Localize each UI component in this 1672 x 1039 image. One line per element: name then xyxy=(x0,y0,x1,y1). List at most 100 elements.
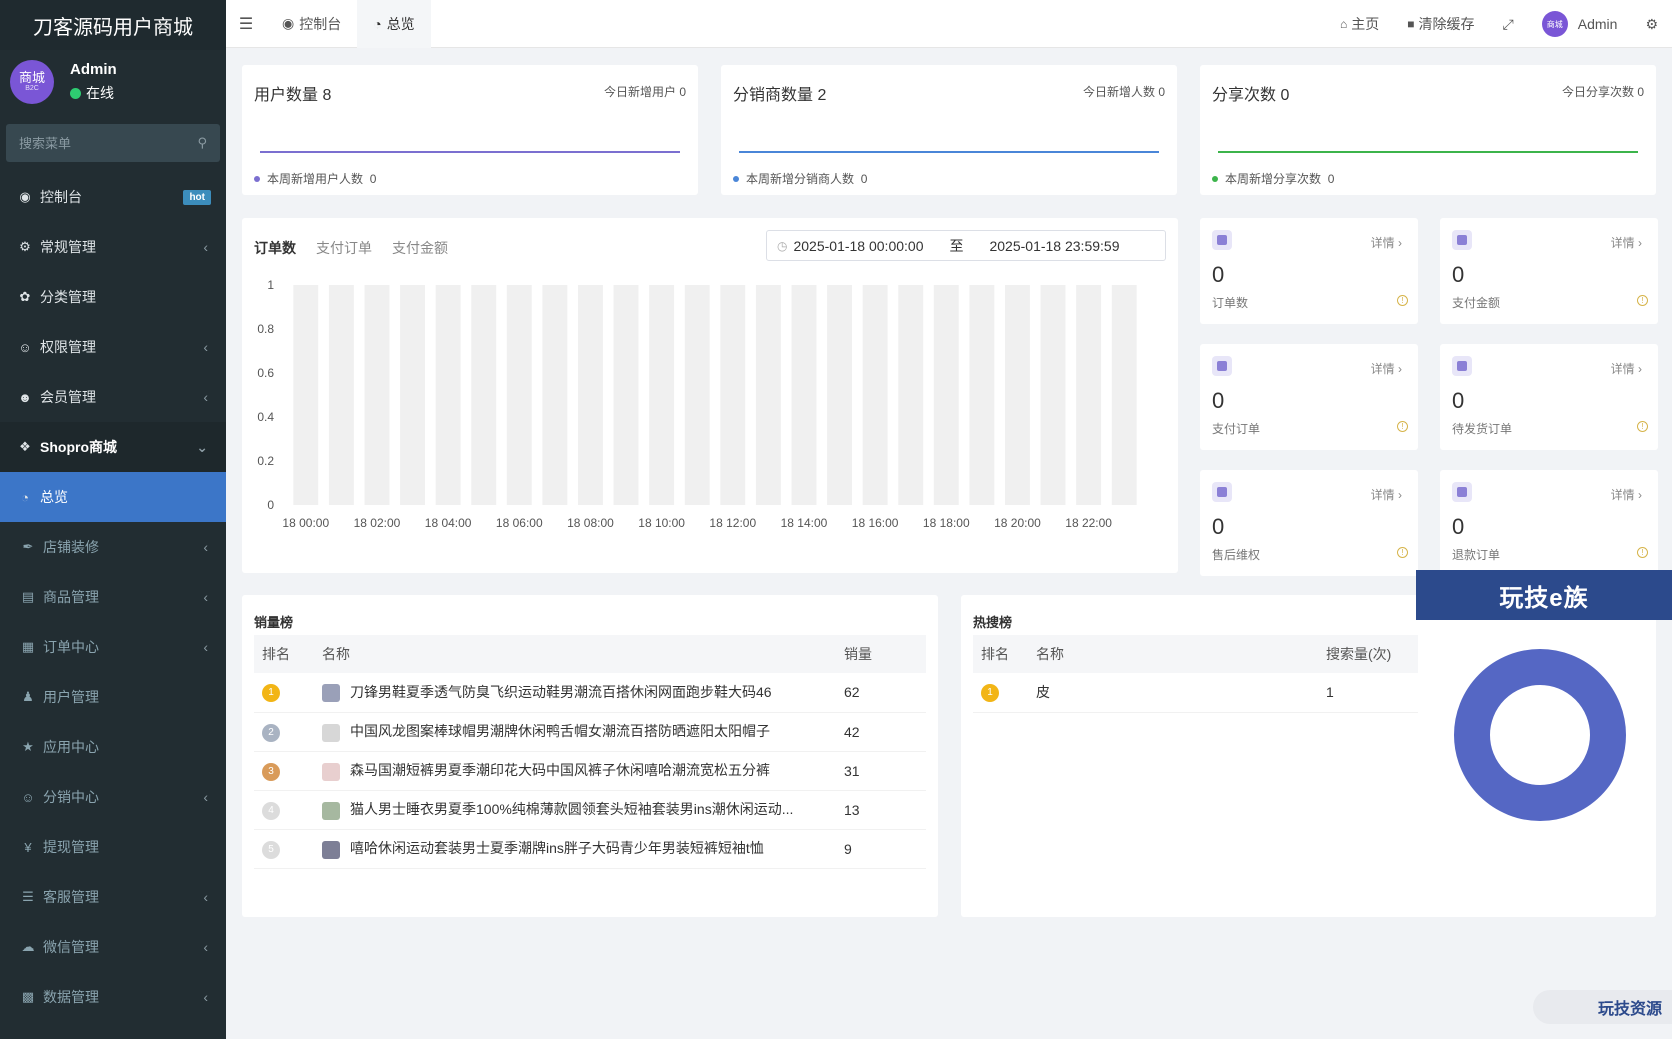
tab-overview[interactable]: ◔ 总览 xyxy=(357,0,431,48)
sidebar-item-service[interactable]: ☰ 客服管理 ‹ xyxy=(0,872,226,922)
bar-background xyxy=(684,285,710,505)
sidebar-item-overview[interactable]: ◔ 总览 xyxy=(0,472,226,522)
detail-link[interactable]: 详情 › xyxy=(1611,360,1642,377)
settings-icon[interactable]: ⚙ xyxy=(1631,16,1672,33)
mini-card-paid-orders: 详情 › 0 支付订单! xyxy=(1200,344,1418,450)
tab-paid-orders[interactable]: 支付订单 xyxy=(316,238,372,258)
sidebar-item-users[interactable]: ♟ 用户管理 xyxy=(0,672,226,722)
stat-title: 用户数量 8 xyxy=(254,87,332,104)
table-row[interactable]: 5 嘻哈休闲运动套装男士夏季潮牌ins胖子大码青少年男装短裤短袖t恤 9 xyxy=(254,829,926,869)
table-row[interactable]: 3 森马国潮短裤男夏季潮印花大码中国风裤子休闲嘻哈潮流宽松五分裤 31 xyxy=(254,751,926,791)
sidebar-item-label: 分销中心 xyxy=(43,789,99,805)
home-label: 主页 xyxy=(1351,16,1380,32)
topbar: ☰ ◉ 控制台 ◔ 总览 ⌂ 主页 ■ 清除缓存 ⤢ 商城 Admin ⚙ xyxy=(226,0,1672,48)
pie-chart-icon: ◔ xyxy=(373,15,382,32)
tab-order-count[interactable]: 订单数 xyxy=(254,238,296,258)
table-row[interactable]: 4 猫人男士睡衣男夏季100%纯棉薄款圆领套头短袖套装男ins潮休闲运动... 13 xyxy=(254,790,926,830)
date-end[interactable]: 2025-01-18 23:59:59 xyxy=(989,238,1119,254)
mini-card-orders: 详情 › 0 订单数! xyxy=(1200,218,1418,324)
x-tick-label: 18 02:00 xyxy=(354,516,401,530)
y-tick-label: 0.4 xyxy=(257,410,274,424)
sidebar-item-shopro[interactable]: ❖ Shopro商城 ⌄ xyxy=(0,422,226,472)
info-icon[interactable]: ! xyxy=(1637,295,1648,306)
sidebar-item-apps[interactable]: ★ 应用中心 xyxy=(0,722,226,772)
clear-cache-button[interactable]: ■ 清除缓存 xyxy=(1393,14,1488,34)
sidebar-item-dashboard[interactable]: ◉ 控制台 hot xyxy=(0,172,226,222)
mini-label: 支付金额 xyxy=(1452,296,1501,310)
search-icon[interactable]: ⚲ xyxy=(197,135,207,151)
home-link[interactable]: ⌂ 主页 xyxy=(1326,14,1393,34)
sidebar-item-general[interactable]: ⚙ 常规管理 ‹ xyxy=(0,222,226,272)
info-icon[interactable]: ! xyxy=(1397,547,1408,558)
fullscreen-icon[interactable]: ⤢ xyxy=(1489,16,1528,33)
date-start[interactable]: 2025-01-18 00:00:00 xyxy=(793,238,923,254)
mini-label: 订单数 xyxy=(1212,296,1249,310)
sidebar-item-goods[interactable]: ▤ 商品管理 ‹ xyxy=(0,572,226,622)
table-row[interactable]: 2 中国风龙图案棒球帽男潮牌休闲鸭舌帽女潮流百搭防晒遮阳太阳帽子 42 xyxy=(254,712,926,752)
detail-link[interactable]: 详情 › xyxy=(1371,360,1402,377)
product-name: 嘻哈休闲运动套装男士夏季潮牌ins胖子大码青少年男装短裤短袖t恤 xyxy=(350,840,764,857)
detail-link[interactable]: 详情 › xyxy=(1611,234,1642,251)
sidebar-item-label: 会员管理 xyxy=(40,389,96,405)
detail-link[interactable]: 详情 › xyxy=(1371,234,1402,251)
y-tick-label: 0 xyxy=(267,498,274,512)
bar-background xyxy=(1111,285,1137,505)
sidebar-item-category[interactable]: ✿ 分类管理 xyxy=(0,272,226,322)
y-tick-label: 0.2 xyxy=(257,454,274,468)
stat-legend: 本周新增分销商人数 0 xyxy=(733,170,867,187)
sidebar-item-label: 用户管理 xyxy=(43,689,99,705)
table-row[interactable]: 1皮1 xyxy=(973,673,1418,713)
wechat-icon: ☁ xyxy=(21,939,35,954)
detail-link[interactable]: 详情 › xyxy=(1611,486,1642,503)
tab-paid-amount[interactable]: 支付金额 xyxy=(392,238,448,258)
menu-toggle-icon[interactable]: ☰ xyxy=(226,14,266,34)
star-icon: ★ xyxy=(22,739,34,754)
info-icon[interactable]: ! xyxy=(1397,295,1408,306)
user-status: 在线 xyxy=(70,83,117,103)
brand-title[interactable]: 刀客源码用户商城 xyxy=(0,0,226,50)
sidebar-item-distribution[interactable]: ☺ 分销中心 ‹ xyxy=(0,772,226,822)
info-icon[interactable]: ! xyxy=(1397,421,1408,432)
sidebar-item-orders[interactable]: ▦ 订单中心 ‹ xyxy=(0,622,226,672)
bar-background xyxy=(328,285,354,505)
sidebar-item-data[interactable]: ▩ 数据管理 ‹ xyxy=(0,972,226,1022)
file-icon: ▦ xyxy=(21,639,35,654)
donut-slice xyxy=(1454,649,1626,821)
detail-link[interactable]: 详情 › xyxy=(1371,486,1402,503)
bar-background xyxy=(933,285,959,505)
x-tick-label: 18 20:00 xyxy=(994,516,1041,530)
stat-title: 分销商数量 2 xyxy=(733,87,827,104)
info-icon[interactable]: ! xyxy=(1637,547,1648,558)
table-row[interactable]: 1 刀锋男鞋夏季透气防臭飞织运动鞋男潮流百搭休闲网面跑步鞋大码46 62 xyxy=(254,673,926,713)
bar-background xyxy=(613,285,639,505)
y-tick-label: 0.6 xyxy=(257,366,274,380)
sidebar-item-member[interactable]: ☻ 会员管理 ‹ xyxy=(0,372,226,422)
user-circle-icon: ☻ xyxy=(18,389,32,405)
sidebar: 刀客源码用户商城 商城 B2C Admin 在线 ⚲ ◉ 控制台 hot ⚙ 常规管理… xyxy=(0,0,226,1039)
bar-background xyxy=(827,285,852,505)
date-range-picker[interactable]: ◷ 2025-01-18 00:00:00 至 2025-01-18 23:59… xyxy=(766,230,1166,261)
chevron-left-icon: ‹ xyxy=(203,989,208,1005)
mini-value: 0 xyxy=(1452,514,1465,539)
watermark-logo: 玩技e族 xyxy=(1416,570,1672,620)
sidebar-item-decorate[interactable]: ✒ 店铺装修 ‹ xyxy=(0,522,226,572)
search-rank-card: 热搜榜 排名 名称 搜索量(次) 1皮1 xyxy=(961,595,1656,917)
x-tick-label: 18 22:00 xyxy=(1065,516,1112,530)
tab-dashboard[interactable]: ◉ 控制台 xyxy=(266,0,357,48)
silver-medal-icon: 2 xyxy=(262,723,280,742)
menu-search-input[interactable] xyxy=(19,135,179,151)
bar-background xyxy=(791,285,817,505)
pie-chart-icon: ◔ xyxy=(21,489,29,505)
user-name: Admin xyxy=(1577,16,1618,32)
bar-background xyxy=(1005,285,1030,505)
sidebar-item-label: 控制台 xyxy=(40,189,82,205)
stat-today: 今日新增人数 0 xyxy=(1082,85,1165,99)
info-icon[interactable]: ! xyxy=(1637,421,1648,432)
sidebar-item-withdraw[interactable]: ¥ 提现管理 xyxy=(0,822,226,872)
user-menu[interactable]: 商城 Admin xyxy=(1528,11,1632,37)
bar-background xyxy=(506,285,532,505)
calendar-icon xyxy=(1452,356,1472,376)
sales-value: 31 xyxy=(836,751,926,791)
sidebar-item-auth[interactable]: ☺ 权限管理 ‹ xyxy=(0,322,226,372)
sidebar-item-wechat[interactable]: ☁ 微信管理 ‹ xyxy=(0,922,226,972)
